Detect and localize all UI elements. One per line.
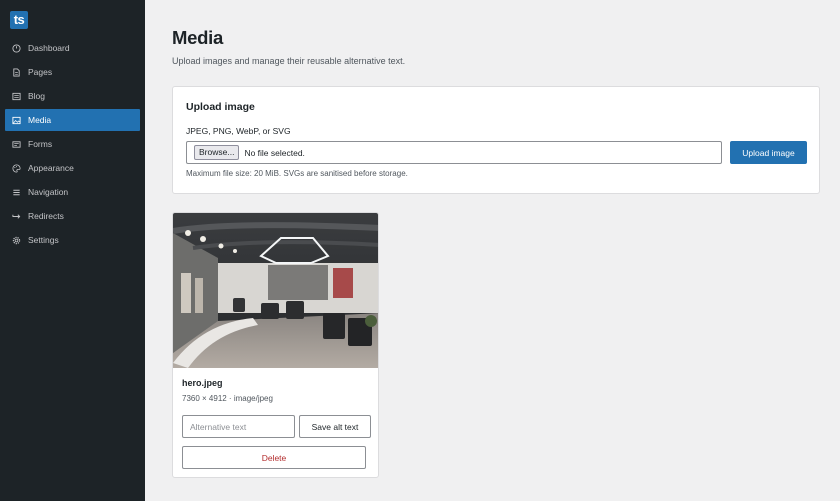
menu-icon <box>13 189 20 195</box>
file-input[interactable]: Browse... No file selected. <box>186 141 722 164</box>
sidebar-item-dashboard[interactable]: Dashboard <box>5 37 140 59</box>
palette-icon <box>12 163 21 173</box>
file-status: No file selected. <box>244 147 305 158</box>
sidebar-nav: Dashboard Pages Blog Media Forms Appeara… <box>5 37 140 253</box>
sidebar-item-label: Pages <box>28 67 53 77</box>
sidebar-item-settings[interactable]: Settings <box>5 229 140 251</box>
main-content: Media Upload images and manage their reu… <box>145 0 840 501</box>
sidebar-item-pages[interactable]: Pages <box>5 61 140 83</box>
sidebar: ts Dashboard Pages Blog Media Forms Appe… <box>0 0 145 501</box>
redirect-arrow-icon <box>12 213 21 219</box>
sidebar-item-label: Redirects <box>28 211 64 221</box>
media-card: hero.jpeg 7360 × 4912 · image/jpeg Save … <box>172 212 379 478</box>
page-icon <box>13 67 20 77</box>
sidebar-item-label: Appearance <box>28 163 74 173</box>
page-title: Media <box>172 27 223 48</box>
sidebar-item-label: Navigation <box>28 187 69 197</box>
sidebar-item-forms[interactable]: Forms <box>5 133 140 155</box>
sidebar-item-label: Dashboard <box>28 43 70 53</box>
sidebar-item-redirects[interactable]: Redirects <box>5 205 140 227</box>
upload-image-button[interactable]: Upload image <box>730 141 807 164</box>
media-file-meta: 7360 × 4912 · image/jpeg <box>182 394 273 403</box>
dashboard-icon <box>12 43 21 53</box>
gear-icon <box>12 236 21 244</box>
sidebar-item-label: Settings <box>28 235 59 245</box>
media-file-name: hero.jpeg <box>182 378 223 388</box>
sidebar-item-blog[interactable]: Blog <box>5 85 140 107</box>
forms-icon <box>12 140 21 148</box>
upload-panel: Upload image JPEG, PNG, WebP, or SVG Bro… <box>172 86 820 194</box>
page-subtitle: Upload images and manage their reusable … <box>172 56 406 66</box>
upload-panel-title: Upload image <box>186 101 255 113</box>
media-icon <box>12 116 21 124</box>
delete-media-button[interactable]: Delete <box>182 446 366 469</box>
sidebar-item-navigation[interactable]: Navigation <box>5 181 140 203</box>
alt-text-input[interactable] <box>182 415 295 438</box>
browse-button[interactable]: Browse... <box>194 145 240 160</box>
sidebar-item-label: Blog <box>28 91 46 101</box>
sidebar-item-label: Forms <box>28 139 53 149</box>
upload-hint: Maximum file size: 20 MiB. SVGs are sani… <box>186 169 408 178</box>
blog-icon <box>12 92 21 100</box>
sidebar-item-appearance[interactable]: Appearance <box>5 157 140 179</box>
media-thumbnail[interactable] <box>173 213 379 368</box>
sidebar-item-label: Media <box>28 115 52 125</box>
file-field-label: JPEG, PNG, WebP, or SVG <box>186 126 291 136</box>
app-logo[interactable]: ts <box>10 11 28 29</box>
save-alt-text-button[interactable]: Save alt text <box>299 415 371 438</box>
sidebar-item-media[interactable]: Media <box>5 109 140 131</box>
